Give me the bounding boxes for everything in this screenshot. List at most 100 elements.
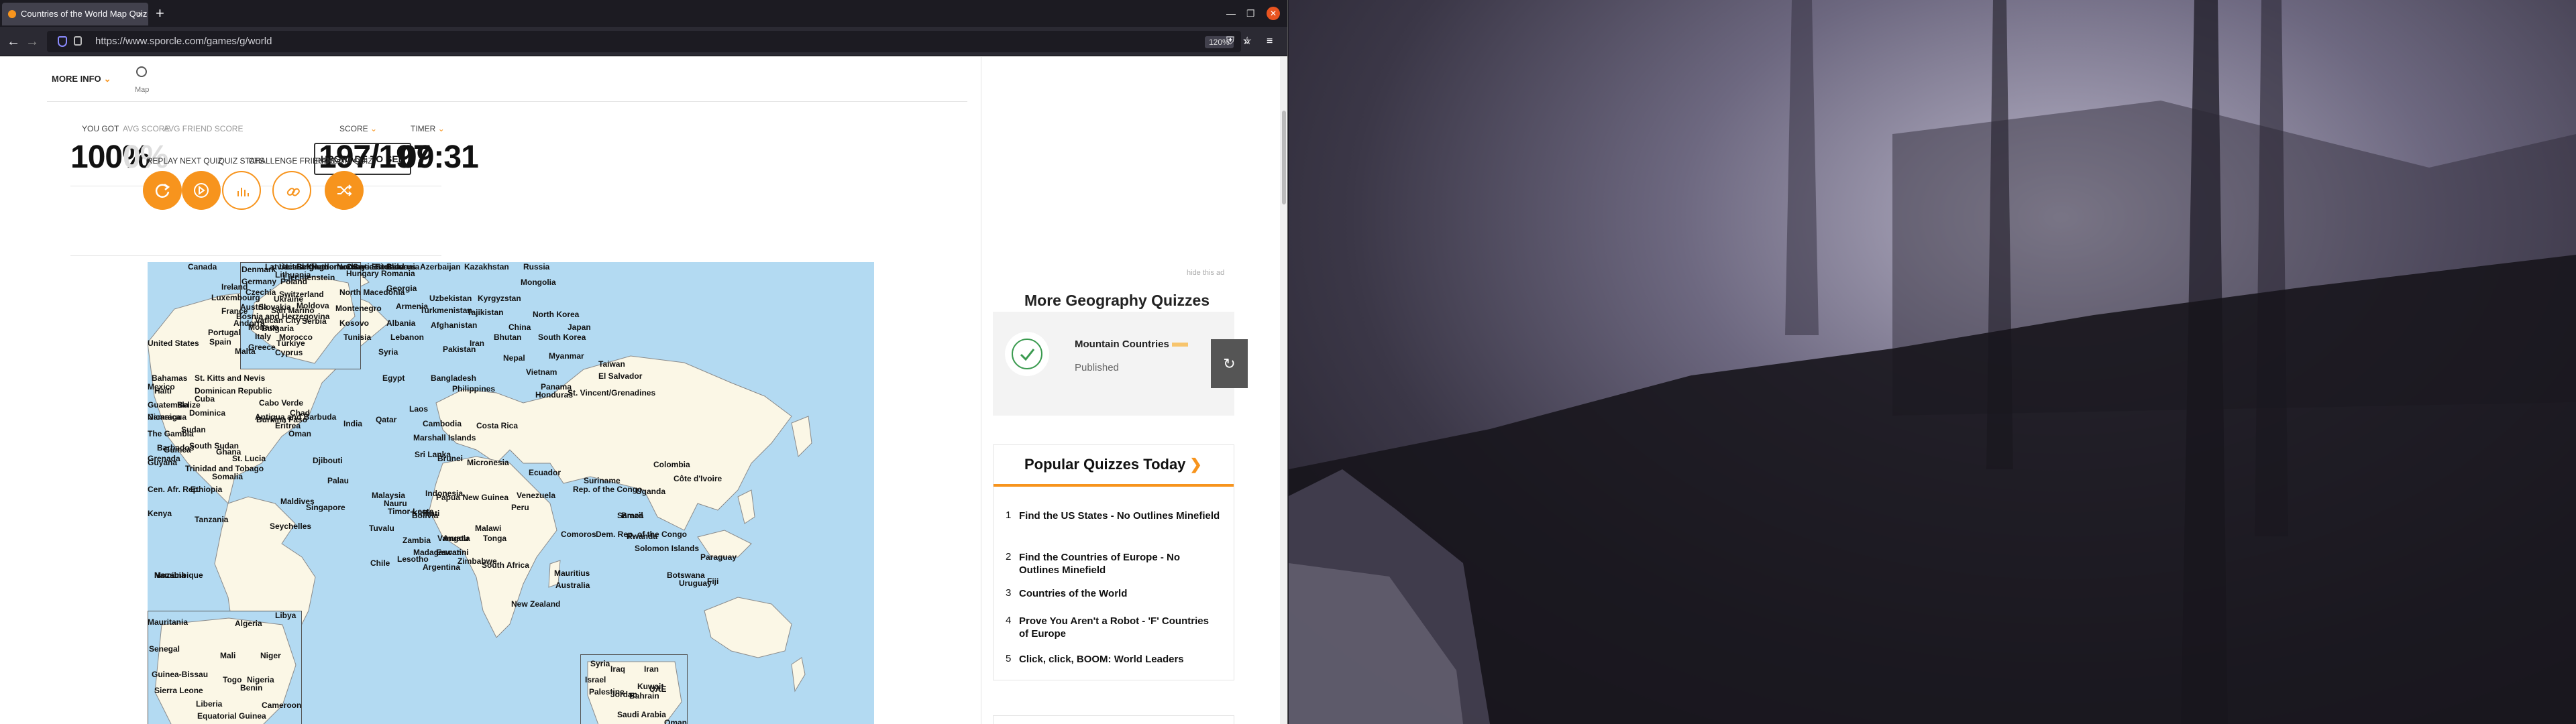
country-label[interactable]: Vietnam <box>526 367 557 377</box>
country-label[interactable]: Vanuatu <box>437 534 469 543</box>
country-label[interactable]: Mozambique <box>154 570 203 580</box>
country-label[interactable]: Senegal <box>149 644 180 654</box>
country-label[interactable]: Solomon Islands <box>635 544 699 553</box>
url-text[interactable]: https://www.sporcle.com/games/g/world <box>95 36 272 47</box>
globe-icon[interactable] <box>136 66 147 77</box>
country-label[interactable]: Tajikistan <box>467 308 503 317</box>
country-label[interactable]: Tonga <box>483 534 506 543</box>
country-label[interactable]: Turkmenistan <box>420 306 472 315</box>
country-label[interactable]: India <box>343 419 362 428</box>
country-label[interactable]: Lebanon <box>390 333 424 342</box>
country-label[interactable]: Taiwan <box>598 359 625 369</box>
country-label[interactable]: Philippines <box>452 384 495 394</box>
country-label[interactable]: Seychelles <box>270 522 311 531</box>
country-label[interactable]: Malawi <box>475 524 501 533</box>
popular-quizzes-header[interactable]: Popular Quizzes Today ❯ <box>994 445 1234 487</box>
country-label[interactable]: New Zealand <box>511 599 560 609</box>
country-label[interactable]: Guinea-Bissau <box>152 670 208 679</box>
country-label[interactable]: Niger <box>260 651 281 660</box>
country-label[interactable]: China <box>508 322 531 332</box>
country-label[interactable]: Greece <box>248 343 276 352</box>
country-label[interactable]: Kyrgyzstan <box>478 294 521 303</box>
country-label[interactable]: Belgium <box>297 262 328 272</box>
country-label[interactable]: Jamaica <box>149 412 180 422</box>
country-label[interactable]: Ecuador <box>529 468 561 477</box>
country-label[interactable]: Uganda <box>636 487 665 496</box>
country-label[interactable]: South Sudan <box>189 441 239 450</box>
country-label[interactable]: Afghanistan <box>431 320 477 330</box>
browser-tab[interactable]: Countries of the World Map Quiz × <box>2 3 148 25</box>
country-label[interactable]: Equatorial Guinea <box>197 711 266 721</box>
back-button[interactable]: ← <box>7 34 20 50</box>
country-label[interactable]: Bahamas <box>152 373 187 383</box>
country-label[interactable]: Uruguay <box>679 579 712 588</box>
country-label[interactable]: Myanmar <box>549 351 584 361</box>
score-label[interactable]: SCORE ⌄ <box>339 124 377 133</box>
timer-label[interactable]: TIMER ⌄ <box>411 124 445 133</box>
country-label[interactable]: Syria <box>590 659 610 668</box>
country-label[interactable]: Tuvalu <box>369 524 394 533</box>
more-info-button[interactable]: MORE INFO ⌄ <box>52 74 111 84</box>
country-label[interactable]: Albania <box>386 318 415 328</box>
url-bar[interactable]: https://www.sporcle.com/games/g/world 12… <box>47 31 1252 52</box>
window-close-button[interactable]: ✕ <box>1267 7 1280 20</box>
country-label[interactable]: Iraq <box>610 664 625 674</box>
country-label[interactable]: Switzerland <box>279 290 324 299</box>
country-label[interactable]: Israel <box>585 675 606 684</box>
country-label[interactable]: Rwanda <box>627 532 657 541</box>
popular-quiz-title[interactable]: Find the Countries of Europe - No Outlin… <box>1019 551 1220 577</box>
country-label[interactable]: Australia <box>555 581 590 590</box>
country-label[interactable]: Ethiopia <box>191 485 222 494</box>
country-label[interactable]: Kenya <box>148 509 172 518</box>
forward-button[interactable]: → <box>25 34 39 50</box>
overflow-chevron-icon[interactable]: » <box>1244 35 1250 48</box>
country-label[interactable]: United States <box>148 339 199 348</box>
country-label[interactable]: South Africa <box>482 560 529 570</box>
minimize-button[interactable]: — <box>1226 7 1236 20</box>
country-label[interactable]: Italy <box>255 332 271 341</box>
country-label[interactable]: Tunisia <box>343 333 371 342</box>
country-label[interactable]: Marshall Islands <box>413 433 476 442</box>
country-label[interactable]: Pakistan <box>443 345 476 354</box>
country-label[interactable]: El Salvador <box>598 371 642 381</box>
random-quiz-button[interactable] <box>325 171 364 210</box>
country-label[interactable]: Liberia <box>196 699 222 709</box>
country-label[interactable]: Cabo Verde <box>259 398 303 408</box>
country-label[interactable]: Peru <box>511 503 529 512</box>
country-label[interactable]: Liechtenstein <box>283 273 335 282</box>
country-label[interactable]: Portugal <box>208 328 241 337</box>
country-label[interactable]: Paraguay <box>700 552 737 562</box>
country-label[interactable]: St. Kitts and Nevis <box>195 373 265 383</box>
country-label[interactable]: Spain <box>209 337 231 347</box>
translate-icon[interactable]: ⛨ <box>1226 35 1234 48</box>
country-label[interactable]: Brunei <box>437 454 463 463</box>
country-label[interactable]: Rep. of the Congo <box>573 485 642 494</box>
country-label[interactable]: Cambodia <box>423 419 462 428</box>
country-label[interactable]: Azerbaijan <box>420 262 461 272</box>
country-label[interactable]: Oman <box>288 429 311 438</box>
replay-button[interactable] <box>143 171 182 210</box>
country-label[interactable]: Mongolia <box>521 278 556 287</box>
featured-quiz-title[interactable]: Mountain Countries <box>1075 339 1188 350</box>
popular-quiz-title[interactable]: Countries of the World <box>1019 587 1220 600</box>
popular-quiz-title[interactable]: Prove You Aren't a Robot - 'F' Countries… <box>1019 615 1220 640</box>
menu-hamburger-icon[interactable]: ≡ <box>1267 35 1273 48</box>
country-label[interactable]: Chile <box>370 558 390 568</box>
country-label[interactable]: Suriname <box>584 476 621 485</box>
country-label[interactable]: Panama <box>541 382 572 391</box>
country-label[interactable]: Djibouti <box>313 456 343 465</box>
tab-close-icon[interactable]: × <box>138 3 143 25</box>
country-label[interactable]: Mauritania <box>148 617 188 627</box>
country-label[interactable]: Bulgaria <box>262 324 294 333</box>
country-label[interactable]: Palau <box>327 476 349 485</box>
country-label[interactable]: Somalia <box>212 472 243 481</box>
country-label[interactable]: Grenada <box>148 454 180 463</box>
country-label[interactable]: Syria <box>378 347 398 357</box>
country-label[interactable]: Montenegro <box>335 304 382 313</box>
country-label[interactable]: Mauritius <box>554 568 590 578</box>
country-label[interactable]: Costa Rica <box>476 421 518 430</box>
country-label[interactable]: St. Vincent/Grenadines <box>568 388 655 398</box>
country-label[interactable]: Guinea <box>164 445 191 455</box>
country-label[interactable]: Cyprus <box>275 348 303 357</box>
country-label[interactable]: Côte d'Ivoire <box>674 474 722 483</box>
